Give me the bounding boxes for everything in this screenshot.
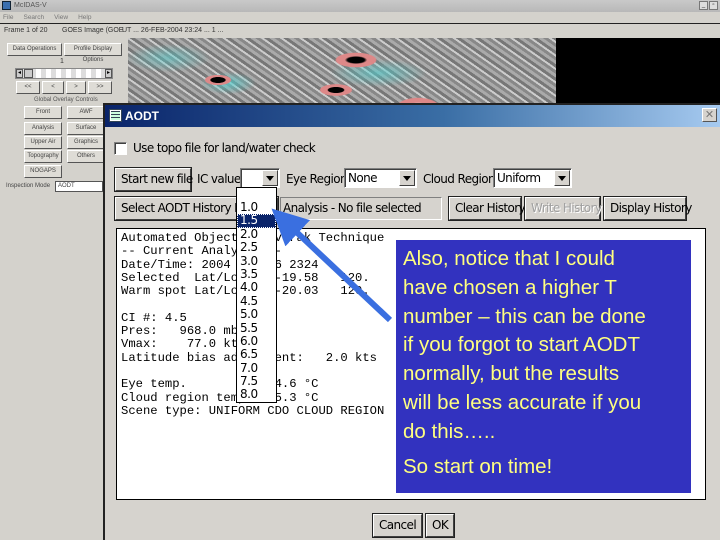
- overlay-surface-button[interactable]: Surface: [67, 122, 105, 135]
- control-panel: Data Operations Profile Display Options …: [0, 38, 122, 540]
- window-controls: _ ▫: [699, 1, 718, 10]
- ic-value-dropdown-list[interactable]: 1.0 1.5 2.0 2.5 3.0 3.5 4.0 4.5 5.0 5.5 6.0 6.5 7.0 7…: [236, 187, 277, 403]
- background-window-titlebar: McIDAS-V _ ▫: [0, 0, 720, 12]
- data-operations-button[interactable]: Data Operations: [7, 43, 62, 56]
- ic-value-option[interactable]: 2.0: [237, 227, 276, 241]
- ic-value-option[interactable]: 5.5: [237, 321, 276, 335]
- overlay-others-button[interactable]: Others: [67, 150, 105, 163]
- annotation-text: Also, notice that I could have chosen a h…: [403, 245, 684, 447]
- ic-value-option[interactable]: 3.5: [237, 267, 276, 281]
- annotation-line: do this…..: [403, 419, 496, 443]
- cloud-region-select[interactable]: Uniform: [493, 168, 572, 188]
- menu-help[interactable]: Help: [78, 12, 91, 23]
- menu-file[interactable]: File: [3, 12, 13, 23]
- minimize-button[interactable]: _: [699, 1, 708, 10]
- first-frame-button[interactable]: <<: [16, 81, 40, 94]
- background-window-title: McIDAS-V: [14, 2, 47, 9]
- ic-value-label: IC value: [197, 172, 241, 186]
- annotation-line: if you forgot to start AODT: [403, 333, 640, 357]
- chevron-down-icon[interactable]: [399, 170, 415, 186]
- maximize-button[interactable]: ▫: [709, 1, 718, 10]
- annotation-callout: Also, notice that I could have chosen a h…: [396, 240, 691, 493]
- ic-value-option[interactable]: 4.5: [237, 294, 276, 308]
- eye-region-label: Eye Region: [286, 172, 348, 186]
- frame-slider[interactable]: ◂ ▸: [15, 68, 113, 79]
- satellite-image[interactable]: [128, 38, 556, 104]
- menu-bar: File Search View Help: [0, 12, 720, 23]
- cancel-button[interactable]: Cancel: [373, 514, 422, 537]
- overlay-upper-air-button[interactable]: Upper Air: [24, 136, 62, 149]
- eye-region-select[interactable]: None: [344, 168, 417, 188]
- image-background: [556, 38, 720, 104]
- annotation-line: Also, notice that I could: [403, 247, 615, 270]
- clear-history-button[interactable]: Clear History: [449, 197, 526, 220]
- display-history-button[interactable]: Display History: [604, 197, 692, 220]
- inspection-mode-field[interactable]: AODT: [55, 181, 103, 192]
- ok-button[interactable]: OK: [426, 514, 454, 537]
- overlay-nogaps-button[interactable]: NOGAPS: [24, 165, 62, 178]
- ic-value-option[interactable]: 6.0: [237, 334, 276, 348]
- overlay-awf-button[interactable]: AWF: [67, 106, 105, 119]
- menu-view[interactable]: View: [54, 12, 68, 23]
- cloud-region-label: Cloud Region: [423, 172, 496, 186]
- datetime-status: UT ... 26-FEB-2004 23:24 ... 1 ...: [122, 27, 224, 34]
- overlay-analysis-button[interactable]: Analysis: [24, 122, 62, 135]
- dialog-title: AODT: [125, 109, 159, 123]
- profile-options-button[interactable]: Profile Display Options: [64, 43, 122, 63]
- inspection-mode-label: Inspection Mode: [6, 183, 51, 189]
- dialog-titlebar[interactable]: AODT ✕: [105, 105, 720, 127]
- slider-right-arrow-icon[interactable]: ▸: [105, 69, 112, 78]
- chevron-down-icon[interactable]: [262, 170, 278, 186]
- app-icon: [2, 1, 11, 10]
- ic-value-option[interactable]: 1.0: [237, 200, 276, 214]
- screen: McIDAS-V _ ▫ File Search View Help Frame…: [0, 0, 720, 540]
- topo-file-label: Use topo file for land/water check: [133, 141, 316, 155]
- frame-status: Frame 1 of 20: [4, 27, 48, 34]
- annotation-line: have chosen a higher T: [403, 275, 617, 299]
- ic-value-option[interactable]: 2.5: [237, 240, 276, 254]
- ic-value-option[interactable]: 7.0: [237, 361, 276, 375]
- annotation-emphasis: So start on time!: [403, 454, 553, 478]
- overlay-front-button[interactable]: Front: [24, 106, 62, 119]
- prev-frame-button[interactable]: <: [42, 81, 64, 94]
- ic-value-option[interactable]: 1.5: [237, 214, 276, 228]
- ic-value-option[interactable]: 7.5: [237, 374, 276, 388]
- ic-value-option[interactable]: 5.0: [237, 307, 276, 321]
- slider-left-arrow-icon[interactable]: ◂: [16, 69, 23, 78]
- annotation-line: will be less accurate if you: [403, 390, 642, 414]
- ic-value-option[interactable]: 8.0: [237, 388, 276, 401]
- topo-file-checkbox[interactable]: [114, 142, 127, 155]
- ic-value-option[interactable]: 6.5: [237, 348, 276, 361]
- cloud-region-current: Uniform: [497, 171, 541, 185]
- annotation-line: normally, but the results: [403, 362, 620, 386]
- start-new-file-button[interactable]: Start new file: [115, 168, 193, 191]
- next-frame-button[interactable]: >: [66, 81, 86, 94]
- image-status: GOES Image (GOE: [62, 27, 124, 34]
- overlay-topography-button[interactable]: Topography: [24, 150, 62, 163]
- ic-value-option[interactable]: 4.0: [237, 281, 276, 294]
- overlay-graphics-button[interactable]: Graphics: [67, 136, 105, 149]
- slider-thumb[interactable]: [24, 69, 33, 78]
- analysis-status-field: Analysis - No file selected: [280, 197, 442, 220]
- annotation-line: number – this can be done: [403, 304, 646, 328]
- status-bar: Frame 1 of 20 GOES Image (GOE UT ... 26-…: [0, 24, 720, 38]
- overlay-controls-title: Global Overlay Controls: [34, 97, 98, 103]
- eye-region-current: None: [348, 171, 378, 185]
- menu-search[interactable]: Search: [23, 12, 44, 23]
- ic-value-select[interactable]: [240, 168, 280, 188]
- last-frame-button[interactable]: >>: [88, 81, 112, 94]
- chevron-down-icon[interactable]: [554, 170, 570, 186]
- window-icon: [109, 109, 122, 122]
- frame-number: 1: [60, 58, 64, 65]
- ic-value-option[interactable]: 3.0: [237, 254, 276, 268]
- close-icon[interactable]: ✕: [702, 108, 717, 122]
- write-history-button[interactable]: Write History: [525, 197, 602, 220]
